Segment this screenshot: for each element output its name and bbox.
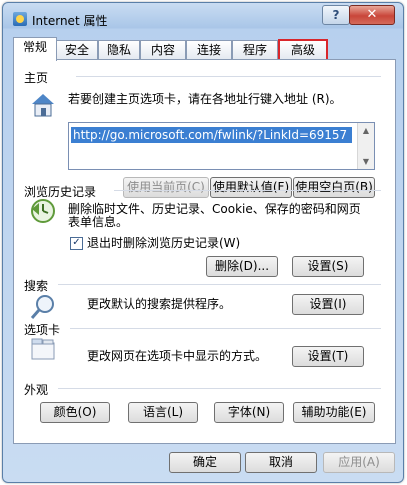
homepage-description: 若要创建主页选项卡，请在各地址行键入地址 (R)。 [68,92,342,106]
delete-on-exit-label[interactable]: 退出时删除浏览历史记录(W) [87,236,240,250]
tab-content[interactable]: 内容 [140,40,186,60]
scroll-down-icon[interactable]: ▼ [358,154,374,169]
cancel-button[interactable]: 取消 [245,452,317,473]
tabs-description: 更改网页在选项卡中显示的方式。 [87,349,268,363]
url-scrollbar[interactable]: ▲ ▼ [357,123,374,169]
homepage-section-title: 主页 [24,69,53,86]
title-bar[interactable]: Internet 属性 ? ✕ [3,3,403,33]
delete-on-exit-checkbox[interactable]: ✓ [70,237,83,250]
history-settings-button[interactable]: 设置(S) [292,256,364,277]
colors-button[interactable]: 颜色(O) [40,402,110,423]
search-separator [58,284,381,285]
history-separator [114,190,381,191]
search-description: 更改默认的搜索提供程序。 [87,297,232,311]
use-blank-button[interactable]: 使用空白页(B) [293,177,375,198]
tab-privacy[interactable]: 隐私 [98,40,140,60]
tab-connections[interactable]: 连接 [186,40,232,60]
fonts-button[interactable]: 字体(N) [214,402,284,423]
tab-general[interactable]: 常规 [13,37,57,61]
apply-button[interactable]: 应用(A) [323,452,395,473]
scroll-track [358,138,374,154]
tabs-separator [70,328,381,329]
general-tab-panel: 主页 若要创建主页选项卡，请在各地址行键入地址 (R)。 http://go.m… [13,59,396,444]
accessibility-button[interactable]: 辅助功能(E) [293,402,375,423]
internet-options-window: Internet 属性 ? ✕ 常规 安全 隐私 内容 连接 程序 高级 主页 … [2,2,404,483]
homepage-separator [76,76,381,77]
internet-options-icon [13,12,27,26]
appearance-separator [58,388,381,389]
help-button[interactable]: ? [322,5,350,25]
tab-security[interactable]: 安全 [56,40,98,60]
magnifier-icon [30,295,54,319]
tab-programs[interactable]: 程序 [232,40,278,60]
tabs-icon [31,338,55,360]
tab-advanced[interactable]: 高级 [278,39,328,61]
close-button[interactable]: ✕ [349,5,395,25]
search-section-title: 搜索 [24,277,53,294]
scroll-up-icon[interactable]: ▲ [358,123,374,138]
use-current-page-button[interactable]: 使用当前页(C) [123,177,209,198]
tabs-settings-button[interactable]: 设置(T) [292,346,364,367]
window-title: Internet 属性 [32,14,108,28]
home-icon [32,94,54,117]
history-icon [31,199,55,223]
appearance-section-title: 外观 [24,381,53,398]
languages-button[interactable]: 语言(L) [128,402,198,423]
delete-history-button[interactable]: 删除(D)... [206,256,278,277]
search-settings-button[interactable]: 设置(I) [292,294,364,315]
homepage-url-value: http://go.microsoft.com/fwlink/?LinkId=6… [71,127,352,143]
history-description-line1: 删除临时文件、历史记录、Cookie、保存的密码和网页 [68,202,361,216]
ok-button[interactable]: 确定 [169,452,241,473]
use-default-button[interactable]: 使用默认值(F) [210,177,292,198]
history-description-line2: 表单信息。 [68,215,129,229]
homepage-url-input[interactable]: http://go.microsoft.com/fwlink/?LinkId=6… [68,122,375,170]
